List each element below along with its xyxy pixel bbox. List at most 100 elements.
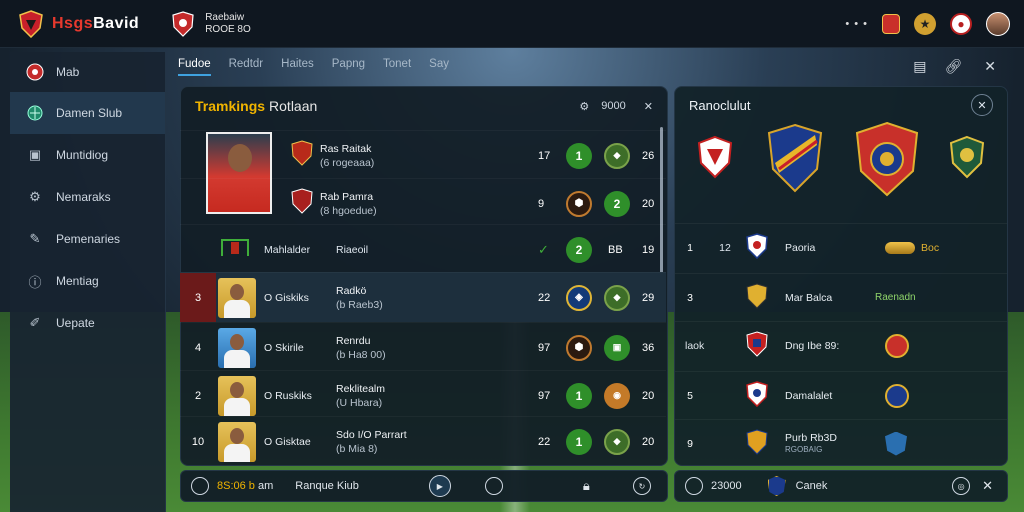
stat-total: 29 <box>642 291 655 304</box>
sidebar-item-uepate[interactable]: ✐ Uepate <box>10 302 165 344</box>
play-icon[interactable]: ▶ <box>428 475 451 497</box>
badge-label: BB <box>608 243 623 256</box>
club-crest-icon <box>745 233 775 262</box>
club-info[interactable]: Raebaiw ROOE 8O <box>171 10 251 37</box>
tab-say[interactable]: Say <box>429 58 449 76</box>
score-badge: 1 <box>566 142 592 169</box>
player-name: Ras Raitak <box>320 142 372 155</box>
crest-red-icon[interactable] <box>695 135 735 179</box>
brand-crest-icon <box>19 9 43 38</box>
table-row-selected[interactable]: 3 O Giskiks Radkö (b Raeb3) 22 ◈ ◆ 29 <box>180 272 666 322</box>
sidebar-item-pemenaries[interactable]: ✎ Pemenaries <box>10 218 165 260</box>
player-club: Sdo I/O Parrart <box>336 428 407 441</box>
panel-footer: 8S:06 b am Ranque Kiub ▶ 🔒︎ ↻ <box>180 470 668 502</box>
sidebar-item-damen-slub[interactable]: Damen Slub <box>10 92 165 134</box>
clock-icon[interactable] <box>685 477 703 495</box>
player-photo <box>218 421 256 462</box>
score-badge: 1 <box>566 382 592 409</box>
club-name: Paoria <box>785 241 816 254</box>
club-badge-icon: ◆ <box>604 142 630 169</box>
rank-number: 1 <box>687 241 693 254</box>
rank-number: 4 <box>194 341 202 354</box>
list-item[interactable]: 5 Damalalet <box>675 371 1007 419</box>
lock-icon[interactable]: 🔒︎ <box>583 478 590 494</box>
stat-value: 22 <box>538 435 551 448</box>
top-bar: HsgsBavid Raebaiw ROOE 8O • • • ★ ● <box>0 0 1024 48</box>
footer-label: Canek <box>795 480 828 492</box>
info-icon: ⓘ <box>28 274 42 290</box>
tab-papng[interactable]: Papng <box>332 58 365 76</box>
brand[interactable]: HsgsBavid <box>18 9 139 38</box>
shield-red-icon[interactable] <box>882 13 900 34</box>
club-crest-icon <box>290 188 314 219</box>
list-item[interactable]: laok Dng Ibe 89: <box>675 321 1007 369</box>
sidebar-item-mentiag[interactable]: ⓘ Mentiag <box>10 260 165 302</box>
table-row[interactable]: Rab Pamra (8 hgoedue) 9 ⬢ 2 20 <box>180 178 666 228</box>
crest-blue-yellow-icon[interactable] <box>765 123 825 193</box>
club-badge-icon: ◈ <box>566 284 592 311</box>
grid-icon: ▣ <box>28 147 42 162</box>
player-club: Reklitealm <box>336 382 386 395</box>
sidebar-item-label: Pemenaries <box>56 232 121 246</box>
link-icon[interactable]: 🔗︎ <box>944 58 962 75</box>
footer-value: 23000 <box>711 480 742 492</box>
player-name: O Giskiks <box>264 291 309 304</box>
club-badge-icon: ◆ <box>604 428 630 455</box>
layout-icon[interactable]: ▤ <box>913 58 926 75</box>
stat-value: 9 <box>538 197 545 210</box>
list-item[interactable]: 9 Purb Rb3D RGOBAIG <box>675 419 1007 465</box>
stat-value: 22 <box>538 291 551 304</box>
tab-tools: ▤ 🔗︎ ✕ <box>913 58 996 75</box>
target-icon[interactable]: ◎ <box>952 477 971 495</box>
stat-total: 36 <box>642 341 655 354</box>
table-row[interactable]: 2 O Ruskiks Reklitealm (U Hbara) 97 1 ◉ … <box>180 370 666 420</box>
club-name: Raebaiw <box>205 11 245 23</box>
tab-haites[interactable]: Haites <box>281 58 314 76</box>
player-detail: (b Mia 8) <box>336 442 378 455</box>
footer-time-unit: am <box>257 480 274 492</box>
club-crest-icon <box>290 140 314 171</box>
club-value: Raenadn <box>875 292 916 303</box>
club-badge-icon <box>885 333 909 358</box>
tab-fudoe[interactable]: Fudoe <box>178 58 211 76</box>
player-photo <box>218 277 256 318</box>
badge-icon[interactable]: ● <box>950 12 972 35</box>
list-item[interactable]: 1 12 Paoria Boc <box>675 223 1007 271</box>
crest-red-blue-icon[interactable] <box>853 121 921 197</box>
stat-total: 20 <box>642 435 655 448</box>
club-code: ROOE 8O <box>205 23 251 35</box>
timer-icon[interactable] <box>484 477 503 495</box>
tab-bar: Fudoe Redtdr Haites Papng Tonet Say <box>178 58 449 76</box>
stat-total: 26 <box>642 149 655 162</box>
tab-redtdr[interactable]: Redtdr <box>229 58 264 76</box>
close-icon[interactable]: ✕ <box>971 94 993 116</box>
list-item[interactable]: 3 Mar Balca Raenadn <box>675 273 1007 321</box>
table-row[interactable]: 4 O Skirile Renrdu (b Ha8 00) 97 ⬢ ▣ 36 <box>180 322 666 372</box>
table-row[interactable]: 10 O Gisktae Sdo I/O Parrart (b Mia 8) 2… <box>180 416 666 466</box>
stat-value: 17 <box>538 149 551 162</box>
crest-green-icon[interactable] <box>947 135 987 179</box>
side-panel-header: Ranoclulut ✕ <box>675 87 1007 123</box>
edit-icon: ✐ <box>29 315 41 330</box>
more-icon[interactable]: • • • <box>845 18 868 30</box>
club-badge-icon: ◉ <box>604 382 630 409</box>
close-icon[interactable]: ✕ <box>982 478 993 494</box>
trophy-icon[interactable]: ★ <box>914 12 936 35</box>
sidebar-item-mab[interactable]: Mab <box>10 52 165 92</box>
close-icon[interactable]: ✕ <box>984 58 996 75</box>
table-row[interactable]: Ras Raitak (6 rogeaaa) 17 1 ◆ 26 <box>180 130 666 180</box>
club-badge-icon <box>885 383 909 408</box>
player-detail: (b Raeb3) <box>336 298 383 311</box>
club-badge-icon <box>885 431 907 456</box>
avatar[interactable] <box>986 11 1010 36</box>
player-club: Renrdu <box>336 334 371 347</box>
refresh-icon[interactable]: ↻ <box>633 477 651 495</box>
clock-icon[interactable] <box>191 477 209 495</box>
score-badge: 2 <box>566 236 592 263</box>
pen-icon: ✎ <box>29 231 41 246</box>
tab-tonet[interactable]: Tonet <box>383 58 411 76</box>
club-crests <box>675 121 1007 223</box>
sidebar-item-nemaraks[interactable]: ⚙ Nemaraks <box>10 176 165 218</box>
sidebar-item-muntidiog[interactable]: ▣ Muntidiog <box>10 134 165 176</box>
table-row[interactable]: Mahlalder Riaeoil ✓ 2 BB 19 <box>180 224 666 274</box>
